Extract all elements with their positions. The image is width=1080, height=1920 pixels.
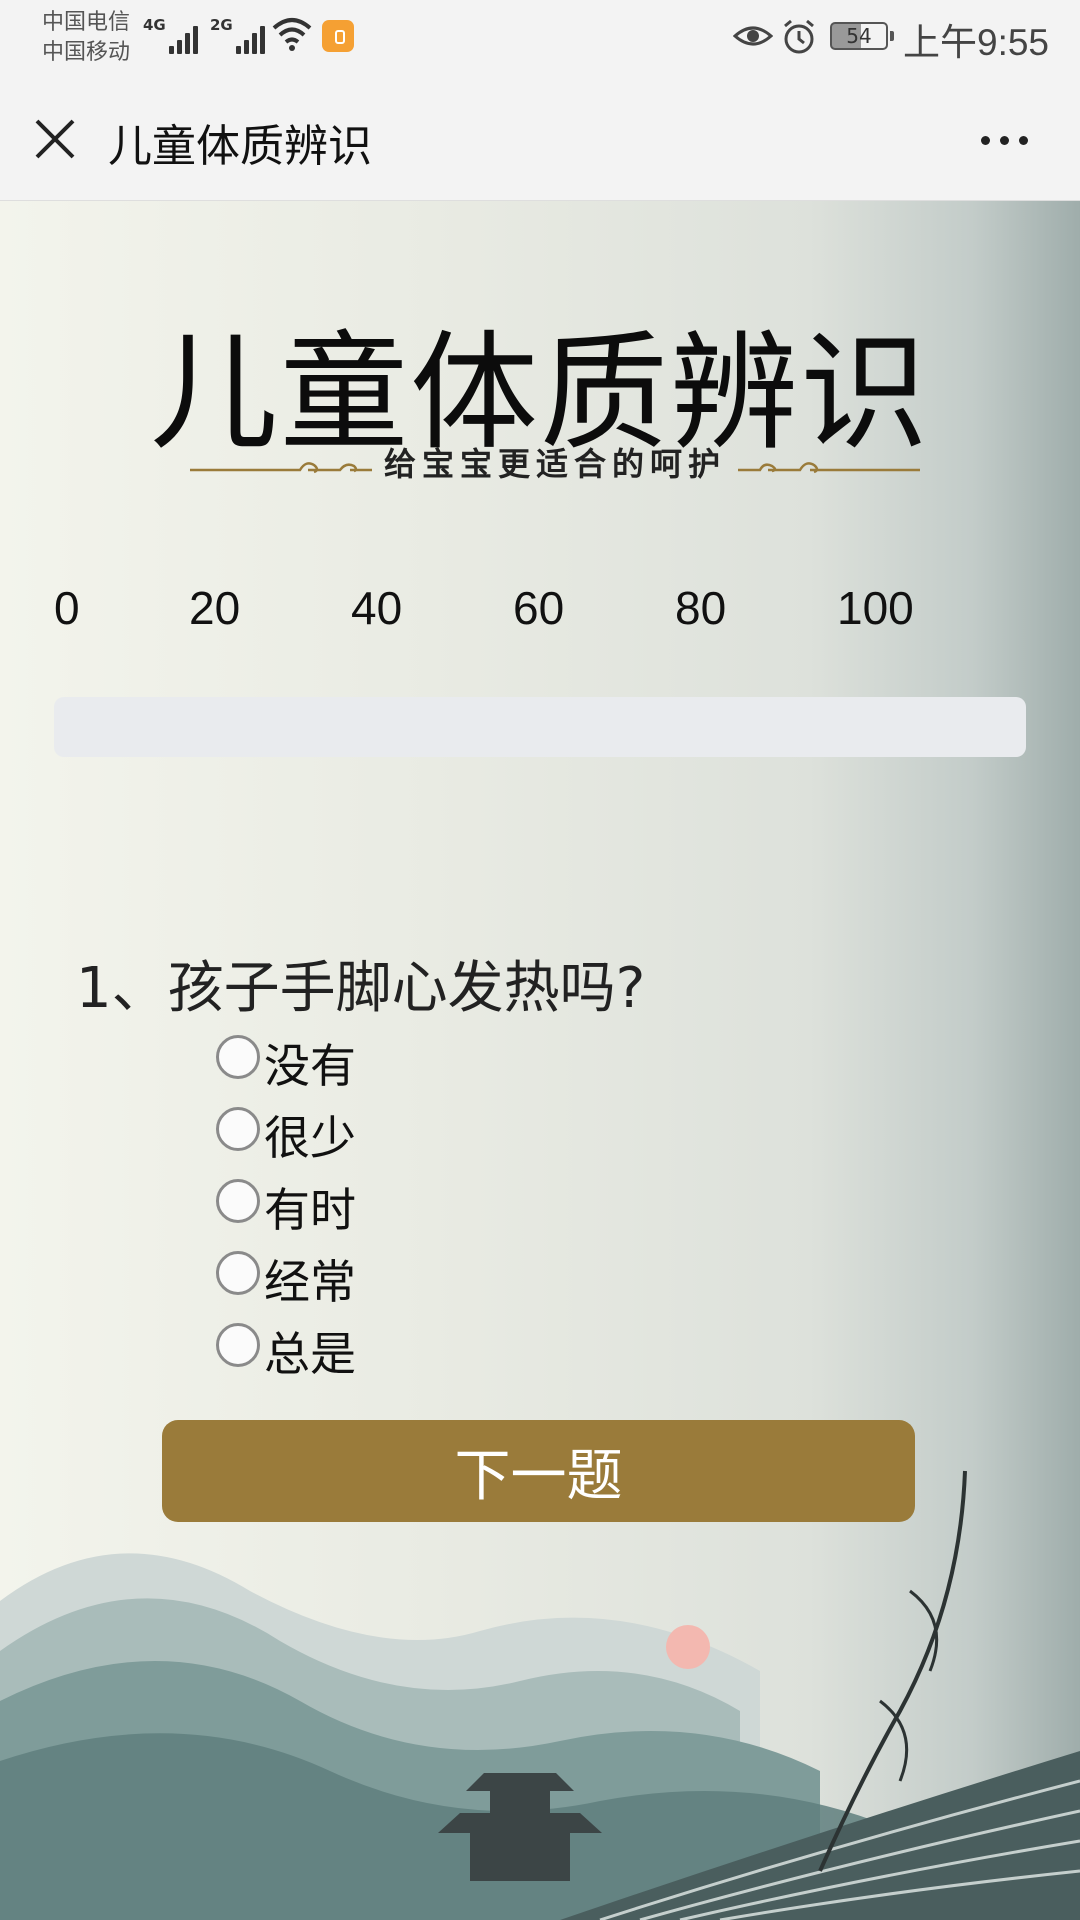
network-type-1: 4G [143, 16, 166, 34]
radio-button[interactable] [216, 1107, 260, 1151]
progress-bar [54, 697, 1026, 757]
question-text: 1、孩子手脚心发热吗? [76, 956, 646, 1021]
nav-title: 儿童体质辨识 [108, 121, 372, 172]
close-icon [35, 119, 75, 159]
more-button[interactable] [972, 128, 1036, 152]
answer-option-label: 有时 [264, 1183, 356, 1237]
app-notification-icon [322, 20, 354, 52]
hero-subtitle-row: 给宝宝更适合的呵护 [190, 439, 920, 489]
answer-option-label: 总是 [264, 1327, 356, 1381]
nav-bar: 儿童体质辨识 [0, 78, 1080, 201]
answer-option-label: 没有 [264, 1039, 356, 1093]
radio-button[interactable] [216, 1251, 260, 1295]
answer-option[interactable]: 经常 [216, 1243, 356, 1315]
answer-option[interactable]: 没有 [216, 1027, 356, 1099]
quiz-page: 儿童体质辨识 给宝宝更适合的呵护 0 20 40 60 80 100 1、孩子手… [0, 201, 1080, 1920]
next-question-button[interactable]: 下一题 [162, 1420, 915, 1522]
answer-option[interactable]: 总是 [216, 1315, 356, 1387]
scale-label: 0 [54, 582, 80, 634]
radio-button[interactable] [216, 1035, 260, 1079]
answer-option[interactable]: 很少 [216, 1099, 356, 1171]
scale-label: 60 [513, 582, 565, 634]
close-button[interactable] [30, 114, 80, 164]
wifi-icon [272, 18, 312, 51]
answer-option-label: 经常 [264, 1255, 356, 1309]
status-time: 上午9:55 [903, 22, 1050, 63]
signal-group-2: 2G [210, 14, 265, 54]
status-bar: 中国电信 中国移动 4G 2G 54 上午9:55 [0, 0, 1080, 78]
answer-options: 没有 很少 有时 经常 总是 [216, 1027, 356, 1387]
cloud-ornament-icon [738, 462, 920, 474]
answer-option-label: 很少 [264, 1111, 356, 1165]
radio-button[interactable] [216, 1323, 260, 1367]
scale-label: 20 [189, 582, 241, 634]
more-icon [980, 135, 990, 145]
battery-icon: 54 [830, 22, 894, 50]
scale-label: 40 [351, 582, 403, 634]
carrier-names: 中国电信 中国移动 [42, 8, 130, 68]
signal-bars-icon [168, 26, 198, 54]
carrier-2: 中国移动 [42, 40, 131, 65]
answer-option[interactable]: 有时 [216, 1171, 356, 1243]
progress-scale: 0 20 40 60 80 100 [0, 581, 1080, 641]
radio-button[interactable] [216, 1179, 260, 1223]
alarm-icon [784, 19, 814, 54]
scale-label: 100 [837, 582, 914, 634]
eye-icon [733, 26, 773, 46]
network-type-2: 2G [210, 16, 233, 34]
signal-bars-icon [235, 26, 265, 54]
signal-group-1: 4G [143, 14, 198, 54]
scale-label: 80 [675, 582, 727, 634]
carrier-1: 中国电信 [42, 10, 131, 35]
